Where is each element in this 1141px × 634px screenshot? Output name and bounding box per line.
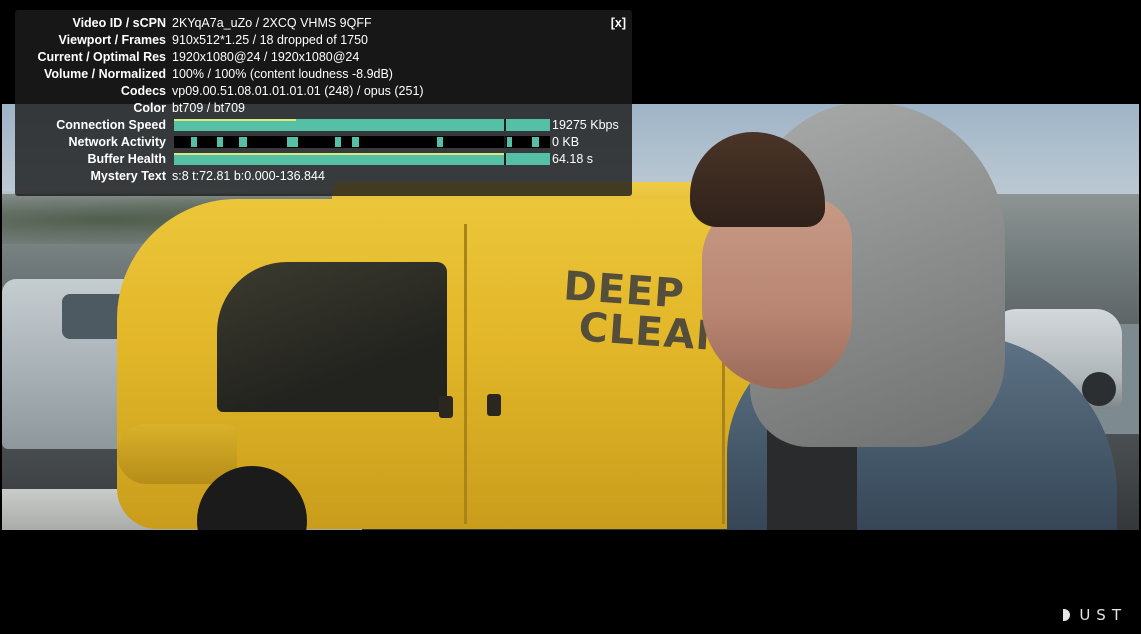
network-activity-spike [239, 137, 247, 147]
stat-row-mystery-text: Mystery Text s:8 t:72.81 b:0.000-136.844 [15, 168, 632, 185]
stat-row-connection-speed: Connection Speed 19275 Kbps [15, 117, 632, 134]
buffer-health-bar-edge [174, 153, 504, 155]
stat-label: Mystery Text [90, 169, 167, 183]
stat-row-viewport: Viewport / Frames 910x512*1.25 / 18 drop… [15, 32, 632, 49]
network-activity-spike [217, 137, 223, 147]
video-player[interactable]: DEEP CLEAN [x] Video ID / sCPN 2KYqA7a_u… [0, 0, 1141, 634]
stat-label: Codecs [120, 84, 166, 98]
stat-label: Video ID / sCPN [72, 16, 166, 30]
stat-value: bt709 / bt709 [172, 101, 245, 115]
van-door-handle [487, 394, 501, 416]
van-door-seam [464, 224, 467, 524]
network-activity-track [174, 136, 550, 148]
network-activity-spike [437, 137, 443, 147]
stat-row-codecs: Codecs vp09.00.51.08.01.01.01.01 (248) /… [15, 83, 632, 100]
stat-label: Current / Optimal Res [37, 50, 167, 64]
stat-row-video-id: Video ID / sCPN 2KYqA7a_uZo / 2XCQ VHMS … [15, 15, 632, 32]
channel-watermark[interactable]: UST [1063, 606, 1127, 624]
stat-value: 2KYqA7a_uZo / 2XCQ VHMS 9QFF [172, 16, 372, 30]
stats-for-nerds-panel: [x] Video ID / sCPN 2KYqA7a_uZo / 2XCQ V… [15, 10, 632, 196]
stat-label: Color [133, 101, 166, 115]
stat-label: Buffer Health [87, 152, 166, 166]
connection-speed-bar-edge [174, 119, 296, 121]
stat-row-volume: Volume / Normalized 100% / 100% (content… [15, 66, 632, 83]
connection-speed-value: 19275 Kbps [552, 118, 619, 132]
network-activity-spike [287, 137, 298, 147]
stat-label: Connection Speed [56, 118, 166, 132]
network-activity-spike [507, 137, 512, 147]
stat-value: s:8 t:72.81 b:0.000-136.844 [172, 169, 325, 183]
buffer-health-value: 64.18 s [552, 152, 594, 166]
stat-label: Volume / Normalized [43, 67, 166, 81]
graph-gap [504, 153, 506, 165]
stat-row-resolution: Current / Optimal Res 1920x1080@24 / 192… [15, 49, 632, 66]
stat-row-color: Color bt709 / bt709 [15, 100, 632, 117]
person-face [702, 199, 852, 389]
network-activity-spike [191, 137, 197, 147]
graph-gap [504, 136, 506, 148]
watermark-logo-icon [1063, 609, 1071, 621]
stat-value: 1920x1080@24 / 1920x1080@24 [172, 50, 360, 64]
van-window [217, 262, 447, 412]
stat-value: 910x512*1.25 / 18 dropped of 1750 [172, 33, 369, 47]
stat-row-network-activity: Network Activity 0 KB [15, 134, 632, 151]
watermark-text: UST [1079, 606, 1127, 624]
network-activity-graph [174, 136, 550, 148]
buffer-health-graph [174, 153, 550, 165]
network-activity-spike [532, 137, 539, 147]
stat-label: Network Activity [68, 135, 166, 149]
graph-gap [504, 119, 506, 131]
stat-value: 100% / 100% (content loudness -8.9dB) [172, 67, 393, 81]
stat-value: vp09.00.51.08.01.01.01.01 (248) / opus (… [172, 84, 424, 98]
stat-label: Viewport / Frames [58, 33, 166, 47]
van-front [117, 424, 237, 484]
stat-row-buffer-health: Buffer Health 64.18 s [15, 151, 632, 168]
connection-speed-graph [174, 119, 550, 131]
network-activity-spike [335, 137, 341, 147]
network-activity-spike [352, 137, 359, 147]
van-door-handle [439, 396, 453, 418]
network-activity-value: 0 KB [552, 135, 580, 149]
